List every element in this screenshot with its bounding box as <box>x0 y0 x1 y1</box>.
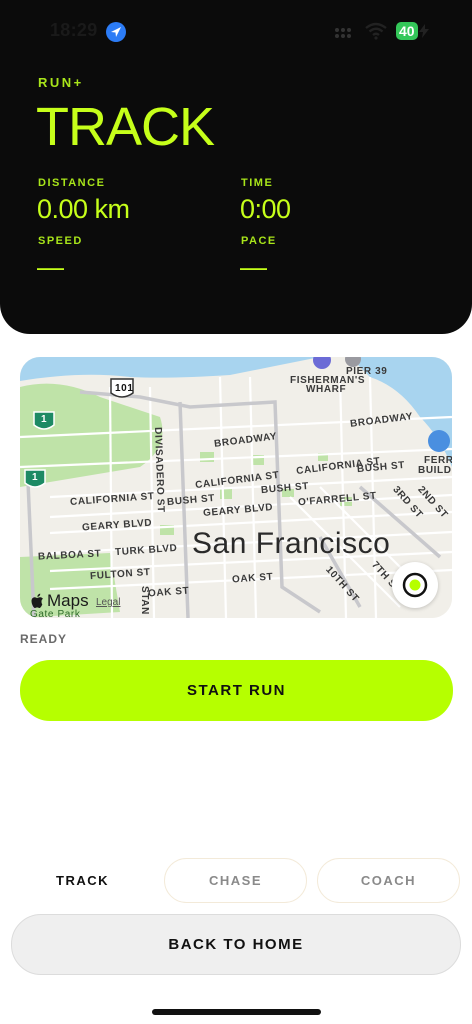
tab-chase[interactable]: CHASE <box>164 858 307 903</box>
run-status-label: READY <box>20 632 68 646</box>
home-indicator[interactable] <box>152 1009 321 1015</box>
pace-label: PACE <box>241 235 277 247</box>
location-arrow-icon <box>106 22 126 42</box>
distance-label: DISTANCE <box>38 177 106 189</box>
tab-track[interactable]: TRACK <box>11 858 154 903</box>
cell-dots-icon <box>335 28 351 38</box>
hwy1-label: 1 <box>41 414 48 425</box>
speed-value: — <box>37 252 64 282</box>
map-label-wharf-2: WHARF <box>306 384 347 395</box>
track-screen: 18:29 40 RUN+ TRACK DISTANCE 0.00 km TIM… <box>0 0 472 1024</box>
location-target-icon <box>402 572 428 598</box>
wifi-icon <box>365 22 387 40</box>
tab-coach[interactable]: COACH <box>317 858 460 903</box>
time-value: 0:00 <box>240 194 291 224</box>
status-bar: 18:29 40 <box>0 0 472 60</box>
hwy1-label-2: 1 <box>32 472 39 483</box>
pace-value: — <box>240 252 267 282</box>
speed-label: SPEED <box>38 235 83 247</box>
start-run-button[interactable]: START RUN <box>20 660 453 721</box>
apple-logo-icon <box>31 593 43 608</box>
map-city-label: San Francisco <box>192 527 391 560</box>
battery-level: 40 <box>396 22 418 40</box>
map-label-stanyan: STAN <box>138 586 150 615</box>
brand-label: RUN+ <box>38 75 84 90</box>
hwy101-shield-label: 101 <box>115 383 134 394</box>
map-label-ferry-building: BUILDIN <box>418 465 452 476</box>
status-time: 18:29 <box>50 20 98 40</box>
apple-maps-attribution: Maps <box>30 591 89 611</box>
header-panel: 18:29 40 RUN+ TRACK DISTANCE 0.00 km TIM… <box>0 0 472 334</box>
map-view[interactable]: PIER 39 FISHERMAN'S WHARF 101 1 1 BROADW… <box>20 357 452 618</box>
maps-attribution-text: Maps <box>47 591 89 610</box>
map-legal-link[interactable]: Legal <box>96 597 120 608</box>
battery-indicator: 40 <box>396 22 429 40</box>
time-label: TIME <box>241 177 274 189</box>
recenter-location-button[interactable] <box>392 562 438 608</box>
charging-bolt-icon <box>418 24 429 38</box>
page-title: TRACK <box>36 97 215 157</box>
back-to-home-button[interactable]: BACK TO HOME <box>11 914 461 975</box>
distance-value: 0.00 km <box>37 194 130 224</box>
